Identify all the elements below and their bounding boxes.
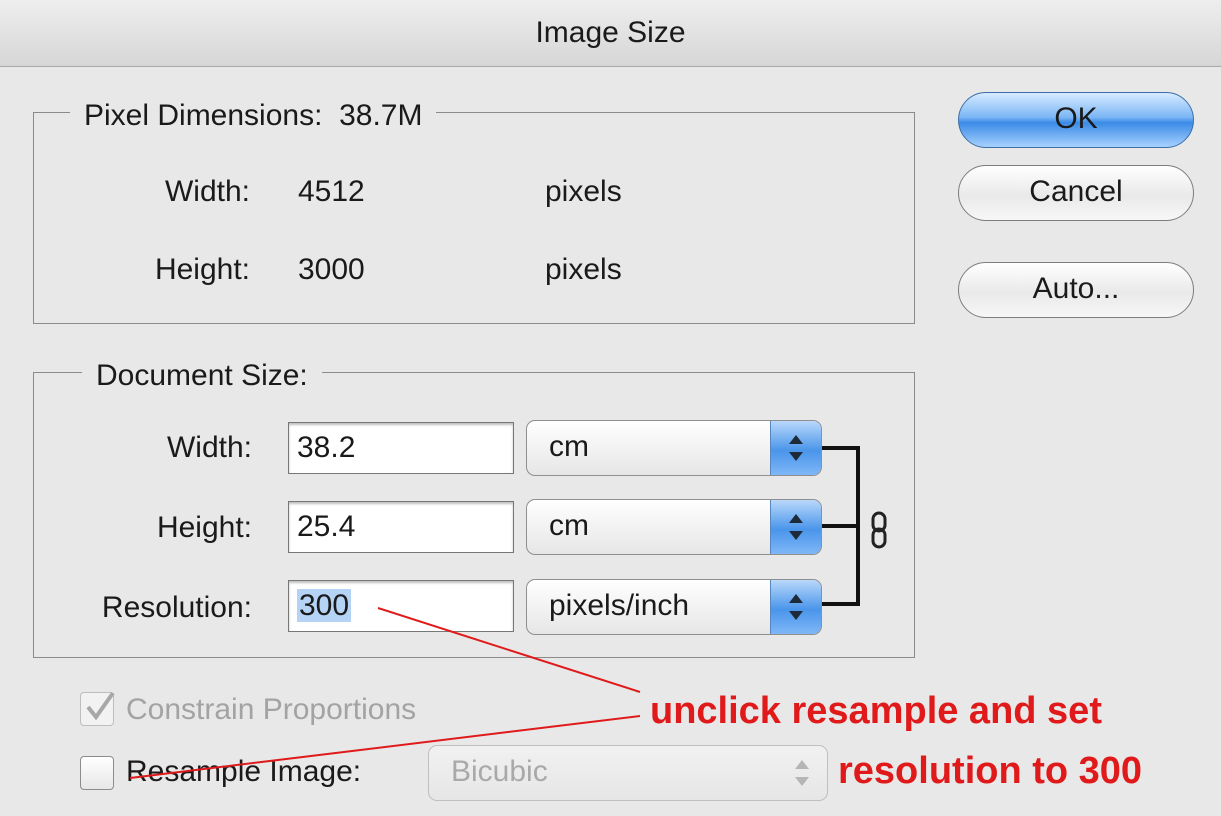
annotation-line-2: resolution to 300 <box>838 750 1143 792</box>
annotation-line-1: unclick resample and set <box>650 690 1102 732</box>
